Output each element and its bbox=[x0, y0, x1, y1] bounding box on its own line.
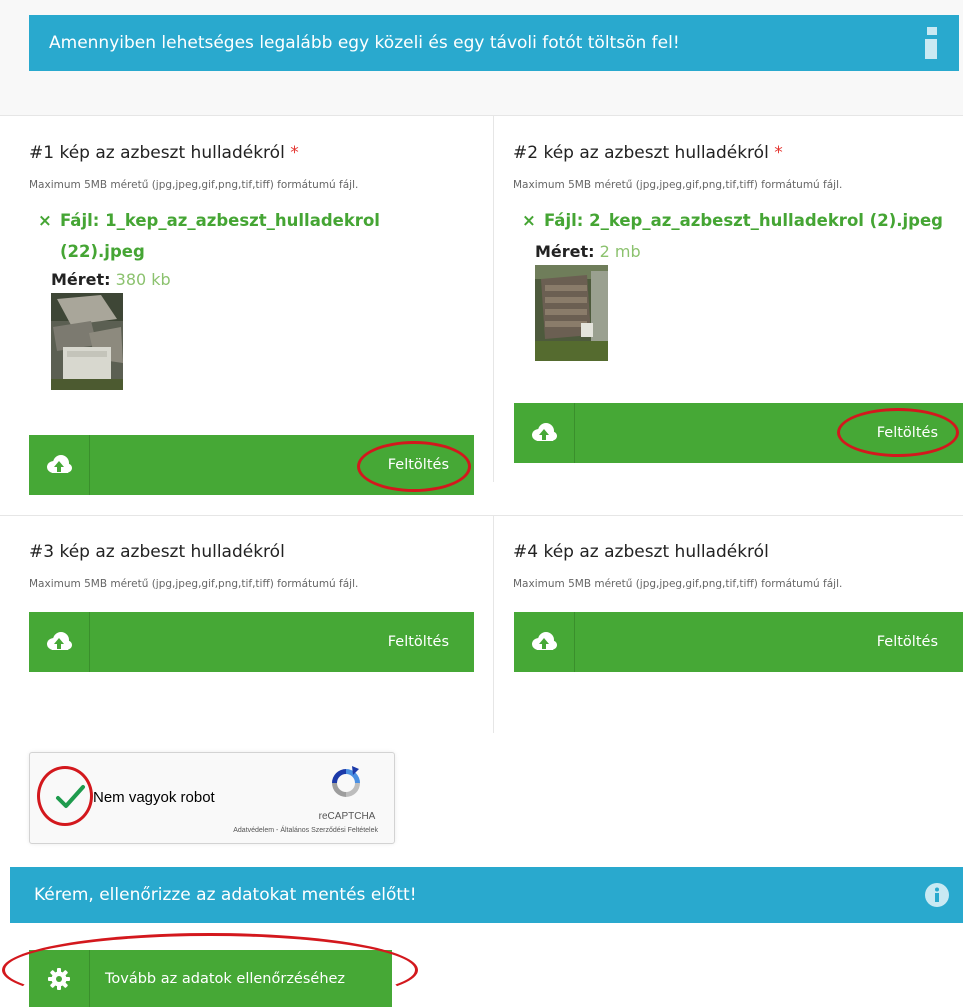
check-data-notice: Kérem, ellenőrizze az adatokat mentés el… bbox=[10, 867, 963, 923]
slot-hint: Maximum 5MB méretű (jpg,jpeg,gif,png,tif… bbox=[29, 578, 359, 590]
photo-tip-text: Amennyiben lehetséges legalább egy közel… bbox=[49, 33, 680, 53]
upload-button-4[interactable]: Feltöltés bbox=[514, 612, 963, 672]
remove-file-icon[interactable]: × bbox=[38, 205, 60, 236]
slot-hint: Maximum 5MB méretű (jpg,jpeg,gif,png,tif… bbox=[29, 179, 359, 191]
cloud-upload-icon bbox=[514, 612, 575, 672]
slot-title: #4 kép az azbeszt hulladékról bbox=[513, 542, 769, 562]
upload-label: Feltöltés bbox=[876, 425, 938, 441]
check-notice-text: Kérem, ellenőrizze az adatokat mentés el… bbox=[34, 885, 417, 905]
cloud-upload-icon bbox=[514, 403, 575, 463]
next-button-label: Tovább az adatok ellenőrzéséhez bbox=[105, 970, 346, 987]
row-divider bbox=[0, 515, 963, 516]
required-marker: * bbox=[290, 143, 299, 163]
thumbnail-image bbox=[535, 265, 608, 361]
file-name: Fájl: 1_kep_az_azbeszt_hulladekrol bbox=[60, 211, 380, 230]
remove-file-icon[interactable]: × bbox=[522, 205, 544, 236]
upload-label: Feltöltés bbox=[387, 457, 449, 473]
slot-hint: Maximum 5MB méretű (jpg,jpeg,gif,png,tif… bbox=[513, 578, 843, 590]
file-size: Méret: 2 mb bbox=[535, 242, 641, 261]
recaptcha-terms-link[interactable]: Adatvédelem - Általános Szerződési Felté… bbox=[233, 827, 378, 834]
upload-label: Feltöltés bbox=[387, 634, 449, 650]
slot-hint: Maximum 5MB méretű (jpg,jpeg,gif,png,tif… bbox=[513, 179, 843, 191]
upload-button-2[interactable]: Feltöltés bbox=[514, 403, 963, 463]
slot-title: #3 kép az azbeszt hulladékról bbox=[29, 542, 285, 562]
cloud-upload-icon bbox=[29, 612, 90, 672]
upload-button-1[interactable]: Feltöltés bbox=[29, 435, 474, 495]
photo-slot-4: #4 kép az azbeszt hulladékról Maximum 5M… bbox=[513, 542, 963, 590]
recaptcha-logo-icon bbox=[332, 766, 360, 797]
cloud-upload-icon bbox=[29, 435, 90, 495]
photo-tip-notice: Amennyiben lehetséges legalább egy közel… bbox=[29, 15, 959, 71]
file-name: Fájl: 2_kep_az_azbeszt_hulladekrol (2).j… bbox=[544, 211, 943, 230]
file-size: Méret: 380 kb bbox=[51, 270, 171, 289]
slot-title: #2 kép az azbeszt hulladékról bbox=[513, 143, 769, 163]
uploaded-file-info: × Fájl: 2_kep_az_azbeszt_hulladekrol (2).… bbox=[513, 205, 963, 236]
recaptcha-checkbox[interactable] bbox=[52, 779, 88, 815]
column-divider bbox=[493, 516, 494, 733]
file-name-continued: (22).jpeg bbox=[60, 242, 145, 261]
column-divider bbox=[493, 116, 494, 482]
required-marker: * bbox=[774, 143, 783, 163]
recaptcha-label: Nem vagyok robot bbox=[93, 789, 215, 806]
recaptcha-widget: Nem vagyok robot reCAPTCHA Adatvédelem -… bbox=[29, 752, 395, 844]
thumbnail-image bbox=[51, 293, 123, 390]
recaptcha-brand: reCAPTCHA bbox=[318, 811, 376, 822]
uploaded-file-info: × Fájl: 1_kep_az_azbeszt_hulladekrol (22)… bbox=[29, 205, 475, 267]
upload-button-3[interactable]: Feltöltés bbox=[29, 612, 474, 672]
notice-section: Amennyiben lehetséges legalább egy közel… bbox=[0, 0, 963, 116]
upload-label: Feltöltés bbox=[876, 634, 938, 650]
photo-slot-2: #2 kép az azbeszt hulladékról * Maximum … bbox=[513, 143, 963, 361]
next-check-data-button[interactable]: Tovább az adatok ellenőrzéséhez bbox=[29, 950, 392, 1007]
photo-slot-3: #3 kép az azbeszt hulladékról Maximum 5M… bbox=[29, 542, 475, 590]
info-circle-icon bbox=[925, 883, 949, 907]
slot-title: #1 kép az azbeszt hulladékról bbox=[29, 143, 285, 163]
info-icon bbox=[923, 27, 941, 59]
photo-slot-1: #1 kép az azbeszt hulladékról * Maximum … bbox=[29, 143, 475, 390]
gear-icon bbox=[29, 950, 90, 1007]
